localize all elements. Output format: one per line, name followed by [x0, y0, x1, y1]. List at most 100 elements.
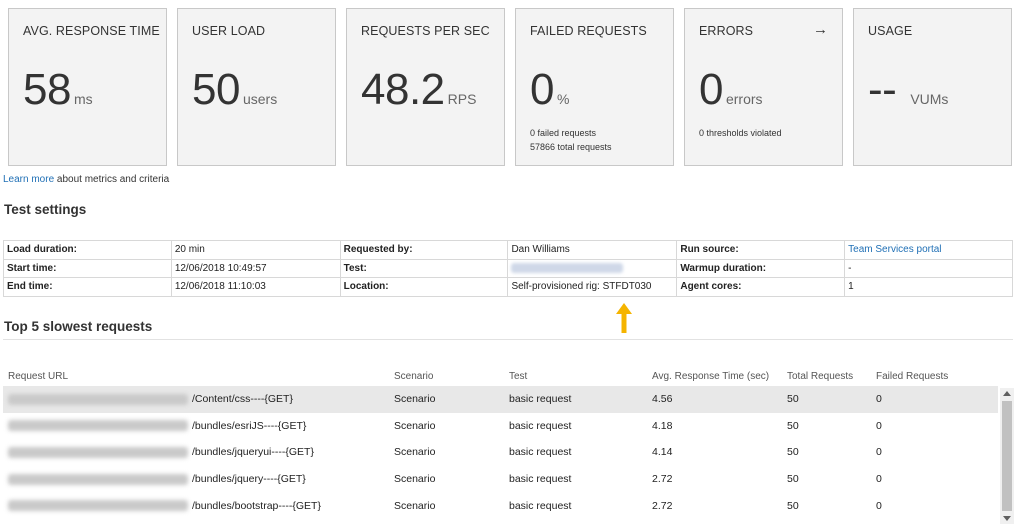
- request-url-path: /bundles/esriJS----{GET}: [192, 419, 307, 432]
- request-url-path: /Content/css----{GET}: [192, 393, 293, 406]
- tile-number: 48.2: [361, 65, 445, 114]
- table-row[interactable]: /bundles/bootstrap----{GET} Scenario bas…: [3, 492, 998, 519]
- tile-unit: %: [556, 91, 570, 107]
- test-cell: basic request: [509, 473, 572, 486]
- blurred-url: [8, 393, 188, 405]
- end-time-value: 12/06/2018 11:10:03: [170, 277, 341, 297]
- test-label: Test:: [339, 258, 509, 278]
- tile-title: USAGE: [868, 24, 913, 38]
- blurred-url: [8, 446, 188, 458]
- failed-requests-cell: 0: [876, 393, 882, 406]
- test-settings-heading: Test settings: [4, 202, 87, 217]
- tile-title: AVG. RESPONSE TIME: [23, 24, 160, 38]
- tile-number: 0: [530, 65, 554, 114]
- header-total-requests[interactable]: Total Requests: [787, 371, 876, 382]
- total-requests-count: 57866 total requests: [530, 142, 612, 152]
- annotation-up-arrow-icon: [616, 303, 632, 333]
- failed-requests-cell: 0: [876, 499, 882, 512]
- request-url-cell: /bundles/esriJS----{GET}: [3, 420, 394, 432]
- test-value-blurred[interactable]: [507, 258, 678, 278]
- agent-cores-value: 1: [844, 277, 1013, 297]
- tile-unit: RPS: [447, 91, 477, 107]
- failed-requests-count: 0 failed requests: [530, 128, 597, 138]
- test-cell: basic request: [509, 446, 572, 459]
- tile-value: 0 errors: [699, 65, 763, 115]
- usage-tile: USAGE -- VUMs: [853, 8, 1012, 166]
- test-cell: basic request: [509, 393, 572, 406]
- tile-title: REQUESTS PER SEC: [361, 24, 490, 38]
- blurred-url: [8, 473, 188, 485]
- run-source-link[interactable]: Team Services portal: [844, 240, 1013, 260]
- avg-response-time-tile: AVG. RESPONSE TIME 58 ms: [8, 8, 167, 166]
- blurred-url: [8, 420, 188, 432]
- scenario-cell: Scenario: [394, 446, 436, 459]
- settings-row: End time: 12/06/2018 11:10:03 Location: …: [3, 277, 1013, 297]
- requests-per-sec-tile: REQUESTS PER SEC 48.2 RPS: [346, 8, 505, 166]
- user-load-tile: USER LOAD 50 users: [177, 8, 336, 166]
- learn-more-line: Learn more about metrics and criteria: [3, 174, 169, 185]
- tile-number: --: [868, 65, 897, 114]
- warmup-duration-value: -: [844, 258, 1013, 278]
- tile-value: 58 ms: [23, 65, 93, 115]
- arrow-right-icon[interactable]: →: [813, 21, 828, 38]
- requested-by-value: Dan Williams: [507, 240, 678, 260]
- scroll-thumb[interactable]: [1002, 401, 1012, 511]
- header-request-url[interactable]: Request URL: [3, 371, 394, 382]
- table-row[interactable]: /bundles/esriJS----{GET} Scenario basic …: [3, 413, 998, 440]
- learn-more-link[interactable]: Learn more: [3, 174, 54, 185]
- section-divider: [3, 339, 1013, 340]
- avg-response-cell: 4.18: [652, 419, 673, 432]
- learn-more-text: about metrics and criteria: [54, 174, 170, 185]
- errors-tile[interactable]: ERRORS → 0 errors 0 thresholds violated: [684, 8, 843, 166]
- table-row[interactable]: /Content/css----{GET} Scenario basic req…: [3, 386, 998, 413]
- tile-title: ERRORS: [699, 24, 754, 38]
- header-test[interactable]: Test: [509, 371, 652, 382]
- tile-number: 58: [23, 65, 71, 114]
- blurred-test-link[interactable]: [511, 263, 624, 274]
- avg-response-cell: 4.56: [652, 393, 673, 406]
- load-duration-label: Load duration:: [3, 240, 172, 260]
- request-url-cell: /bundles/bootstrap----{GET}: [3, 500, 394, 512]
- run-source-label: Run source:: [676, 240, 846, 260]
- tile-unit: users: [242, 91, 278, 107]
- total-requests-cell: 50: [787, 446, 799, 459]
- header-scenario[interactable]: Scenario: [394, 371, 509, 382]
- table-row[interactable]: /bundles/jqueryui----{GET} Scenario basi…: [3, 439, 998, 466]
- requested-by-label: Requested by:: [339, 240, 509, 260]
- table-header: Request URL Scenario Test Avg. Response …: [3, 366, 998, 386]
- tile-number: 50: [192, 65, 240, 114]
- settings-row: Start time: 12/06/2018 10:49:57 Test: Wa…: [3, 258, 1013, 278]
- tile-unit: errors: [725, 91, 763, 107]
- test-cell: basic request: [509, 419, 572, 432]
- tile-value: 48.2 RPS: [361, 65, 476, 115]
- tile-number: 0: [699, 65, 723, 114]
- scenario-cell: Scenario: [394, 499, 436, 512]
- scroll-up-icon[interactable]: [1003, 391, 1011, 396]
- vertical-scrollbar[interactable]: [1000, 388, 1014, 524]
- total-requests-cell: 50: [787, 393, 799, 406]
- request-url-cell: /bundles/jqueryui----{GET}: [3, 446, 394, 458]
- failed-requests-cell: 0: [876, 419, 882, 432]
- table-row[interactable]: /bundles/jquery----{GET} Scenario basic …: [3, 466, 998, 493]
- avg-response-cell: 4.14: [652, 446, 673, 459]
- tile-title: FAILED REQUESTS: [530, 24, 647, 38]
- tile-value: -- VUMs: [868, 65, 948, 115]
- avg-response-cell: 2.72: [652, 473, 673, 486]
- request-url-path: /bundles/bootstrap----{GET}: [192, 499, 321, 512]
- header-avg-response-time[interactable]: Avg. Response Time (sec): [652, 371, 787, 382]
- total-requests-cell: 50: [787, 499, 799, 512]
- request-url-cell: /Content/css----{GET}: [3, 393, 394, 405]
- location-value: Self-provisioned rig: STFDT030: [507, 277, 678, 297]
- total-requests-cell: 50: [787, 419, 799, 432]
- scroll-down-icon[interactable]: [1003, 516, 1011, 521]
- location-label: Location:: [339, 277, 509, 297]
- agent-cores-label: Agent cores:: [676, 277, 846, 297]
- tile-title: USER LOAD: [192, 24, 266, 38]
- header-failed-requests[interactable]: Failed Requests: [876, 371, 986, 382]
- start-time-value: 12/06/2018 10:49:57: [170, 258, 341, 278]
- request-url-path: /bundles/jqueryui----{GET}: [192, 446, 314, 459]
- failed-requests-cell: 0: [876, 473, 882, 486]
- tile-unit: ms: [73, 91, 93, 107]
- tile-value: 50 users: [192, 65, 277, 115]
- tile-value: 0 %: [530, 65, 569, 115]
